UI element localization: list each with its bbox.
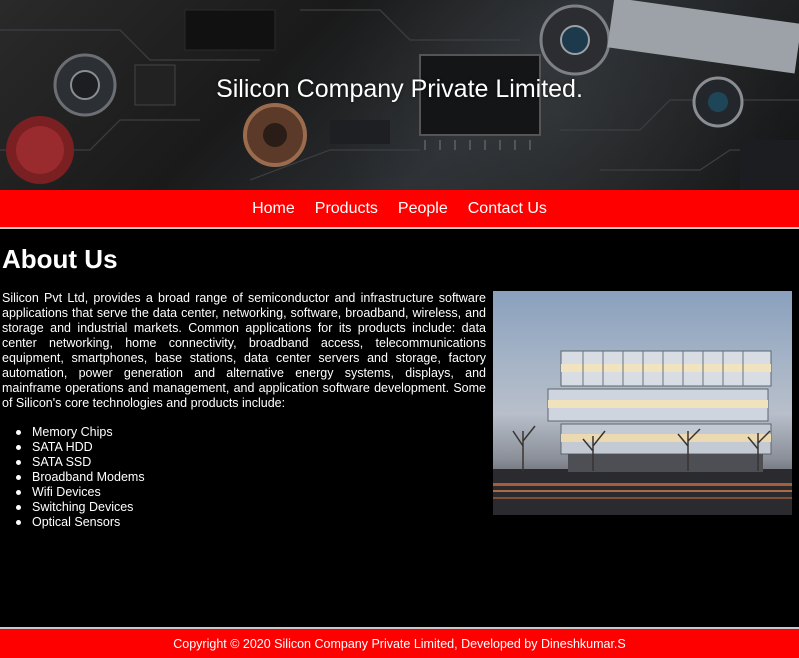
page-title: About Us <box>2 244 118 274</box>
header-banner: Silicon Company Private Limited. <box>0 0 799 190</box>
site-title: Silicon Company Private Limited. <box>216 75 583 103</box>
footer: Copyright © 2020 Silicon Company Private… <box>0 629 799 658</box>
about-paragraph: Silicon Pvt Ltd, provides a broad range … <box>2 291 486 410</box>
nav-link-products[interactable]: Products <box>305 200 388 218</box>
nav-bar: Home Products People Contact Us <box>0 190 799 227</box>
nav-link-contact-us[interactable]: Contact Us <box>458 200 557 218</box>
list-item: Memory Chips <box>14 425 145 440</box>
list-item: SATA SSD <box>14 455 145 470</box>
nav-link-home[interactable]: Home <box>242 200 305 218</box>
list-item: Optical Sensors <box>14 515 145 530</box>
list-item: Switching Devices <box>14 500 145 515</box>
list-item: SATA HDD <box>14 440 145 455</box>
copyright-text: Copyright © 2020 Silicon Company Private… <box>173 636 626 651</box>
list-item: Broadband Modems <box>14 470 145 485</box>
main-content: About Us Silicon Pvt Ltd, provides a bro… <box>0 229 799 627</box>
nav-link-people[interactable]: People <box>388 200 458 218</box>
office-building-image <box>493 291 792 515</box>
list-item: Wifi Devices <box>14 485 145 500</box>
technology-list: Memory Chips SATA HDD SATA SSD Broadband… <box>14 425 145 530</box>
